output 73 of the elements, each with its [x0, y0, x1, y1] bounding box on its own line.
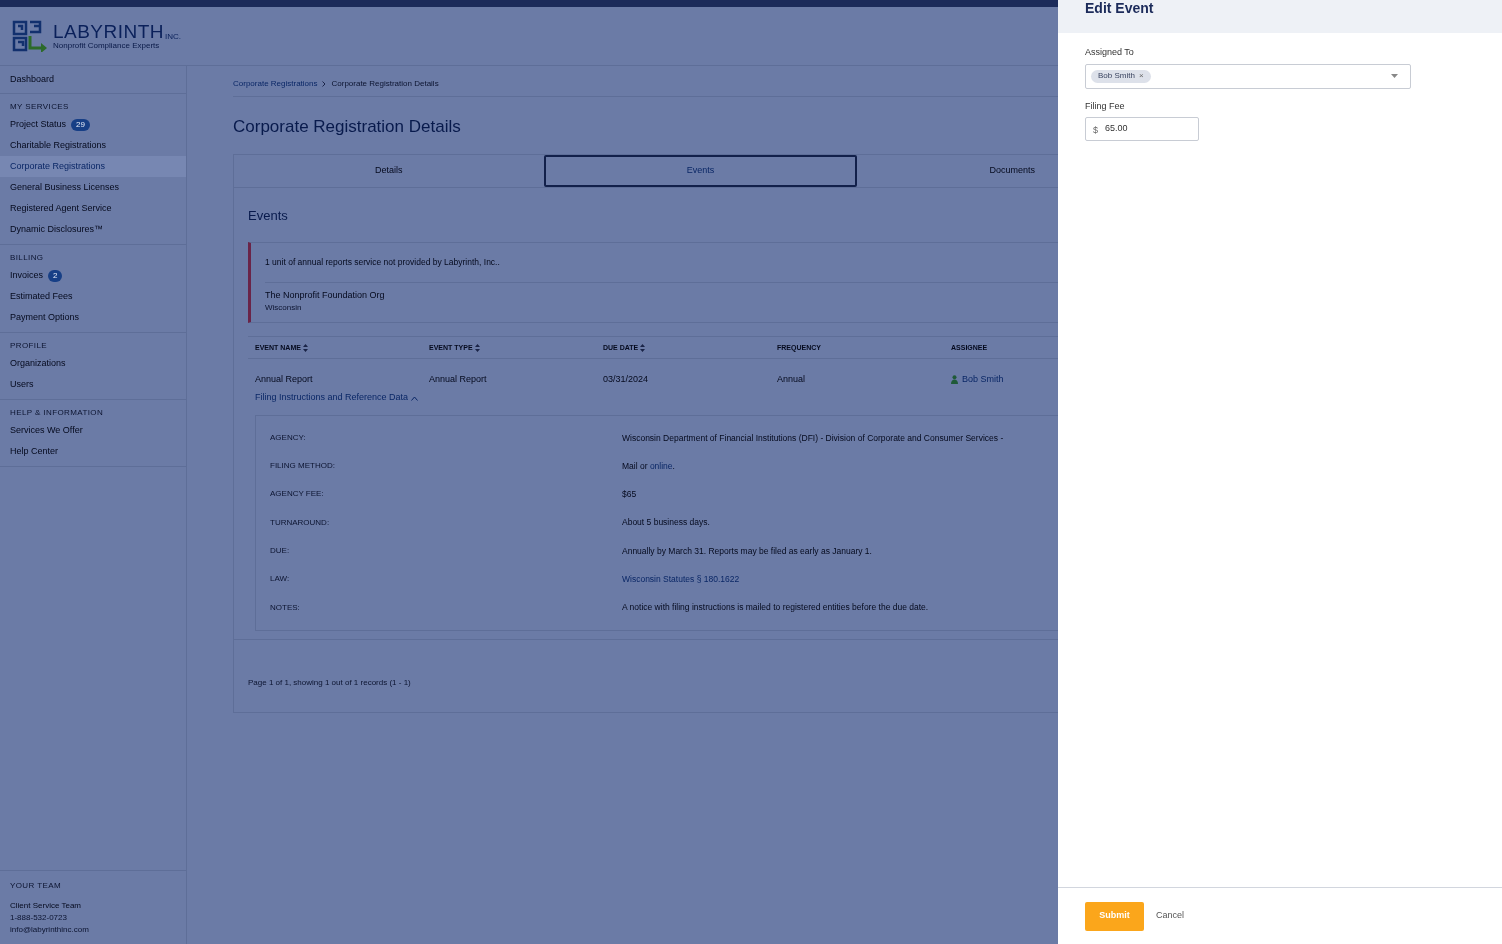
- table-cell-text: 03/31/2024: [602, 372, 650, 386]
- sort-icon[interactable]: [474, 343, 480, 352]
- section-heading: PROFILE: [9, 340, 49, 352]
- field-label: AGENCY:: [270, 431, 307, 444]
- field-value: $65: [622, 488, 637, 501]
- team-name: Client Service Team: [10, 900, 82, 912]
- brand-name: LABYRINTH: [53, 21, 164, 41]
- assignee-select[interactable]: Bob Smith ×: [1085, 63, 1411, 89]
- field-value: Annually by March 31. Reports may be filed as early as January 1.: [622, 544, 872, 558]
- team-phone: 1-888-532-0723: [10, 912, 68, 924]
- person-icon: [951, 374, 958, 384]
- section-heading: YOUR TEAM: [10, 880, 62, 892]
- brand-tagline: Nonprofit Compliance Experts: [53, 40, 161, 51]
- chevron-icon: [322, 81, 327, 87]
- team-email: info@labyrinthinc.com: [10, 924, 90, 936]
- sidebar-item[interactable]: Project Status: [10, 117, 67, 132]
- section-title: Events: [248, 206, 289, 225]
- organization-name: The Nonprofit Foundation Org: [265, 288, 386, 302]
- field-value: Mail or online.: [622, 459, 675, 473]
- field-value: About 5 business days.: [622, 516, 710, 530]
- sidebar-item[interactable]: Charitable Registrations: [10, 138, 107, 153]
- maze-logo-icon: [12, 20, 48, 52]
- breadcrumb-current: Corporate Registration Details: [331, 78, 439, 90]
- section-heading: MY SERVICES: [9, 101, 70, 113]
- brand-suffix: INC.: [164, 32, 181, 41]
- cancel-button[interactable]: Cancel: [1156, 909, 1184, 923]
- tab[interactable]: Documents: [857, 154, 1058, 187]
- field-label: Assigned To: [1085, 46, 1135, 59]
- details-toggle[interactable]: Filing Instructions and Reference Data: [255, 391, 419, 405]
- field-value: Wisconsin Department of Financial Institutions (DFI) - Division of Corporate and Consumer Services -: [622, 431, 1004, 445]
- field-label: TURNAROUND:: [270, 516, 331, 529]
- table-cell-text: Annual: [776, 372, 807, 386]
- sort-icon[interactable]: [640, 343, 646, 352]
- assignee-chip: Bob Smith ×: [1091, 69, 1151, 83]
- sidebar-item[interactable]: Registered Agent Service: [10, 201, 112, 216]
- sidebar-item[interactable]: Invoices: [10, 268, 44, 283]
- sort-icon[interactable]: [302, 343, 308, 352]
- tab[interactable]: Events: [543, 154, 858, 187]
- field-label: FILING METHOD:: [270, 460, 336, 473]
- assignee-name: Bob Smith: [962, 372, 1004, 386]
- breadcrumb-link[interactable]: Corporate Registrations: [233, 78, 318, 90]
- table-cell-text: Annual Report: [428, 372, 488, 386]
- pagination-summary: Page 1 of 1, showing 1 out of 1 records (1 - 1): [248, 677, 411, 687]
- sidebar-item[interactable]: Users: [10, 377, 34, 392]
- sidebar-item[interactable]: General Business Licenses: [10, 180, 120, 195]
- reference-link[interactable]: online: [649, 460, 673, 471]
- reference-link[interactable]: Wisconsin Statutes § 180.1622: [622, 573, 740, 586]
- section-heading: BILLING: [9, 252, 45, 264]
- sidebar-item[interactable]: Estimated Fees: [10, 289, 73, 304]
- page-title: Corporate Registration Details: [233, 116, 462, 138]
- section-heading: HELP & INFORMATION: [9, 407, 105, 419]
- field-label: DUE:: [270, 545, 291, 558]
- caret-icon: [1391, 74, 1398, 78]
- filing-fee-field[interactable]: $ 65.00: [1085, 117, 1199, 141]
- sidebar-item[interactable]: Dashboard: [10, 72, 55, 87]
- sidebar-item[interactable]: Services We Offer: [10, 423, 83, 438]
- field-label: Filing Fee: [1085, 99, 1126, 113]
- sidebar-item[interactable]: Dynamic Disclosures™: [10, 222, 104, 237]
- sidebar-item[interactable]: Payment Options: [10, 310, 80, 325]
- sidebar-item[interactable]: Help Center: [10, 444, 59, 459]
- field-label: LAW:: [270, 573, 291, 586]
- caret-icon: [411, 395, 419, 401]
- field-label: NOTES:: [270, 601, 301, 614]
- remove-icon[interactable]: ×: [1138, 70, 1144, 82]
- field-value: A notice with filing instructions is mailed to registered entities before the due date.: [622, 601, 929, 615]
- field-label: AGENCY FEE:: [270, 488, 325, 501]
- tab[interactable]: Details: [234, 154, 544, 187]
- count-badge: 2: [48, 269, 63, 282]
- panel-title: Edit Event: [1085, 0, 1155, 15]
- organization-state: Wisconsin: [265, 302, 303, 315]
- table-cell-text: Annual Report: [254, 372, 314, 386]
- count-badge: 29: [71, 118, 90, 131]
- sidebar-item[interactable]: Organizations: [10, 356, 66, 371]
